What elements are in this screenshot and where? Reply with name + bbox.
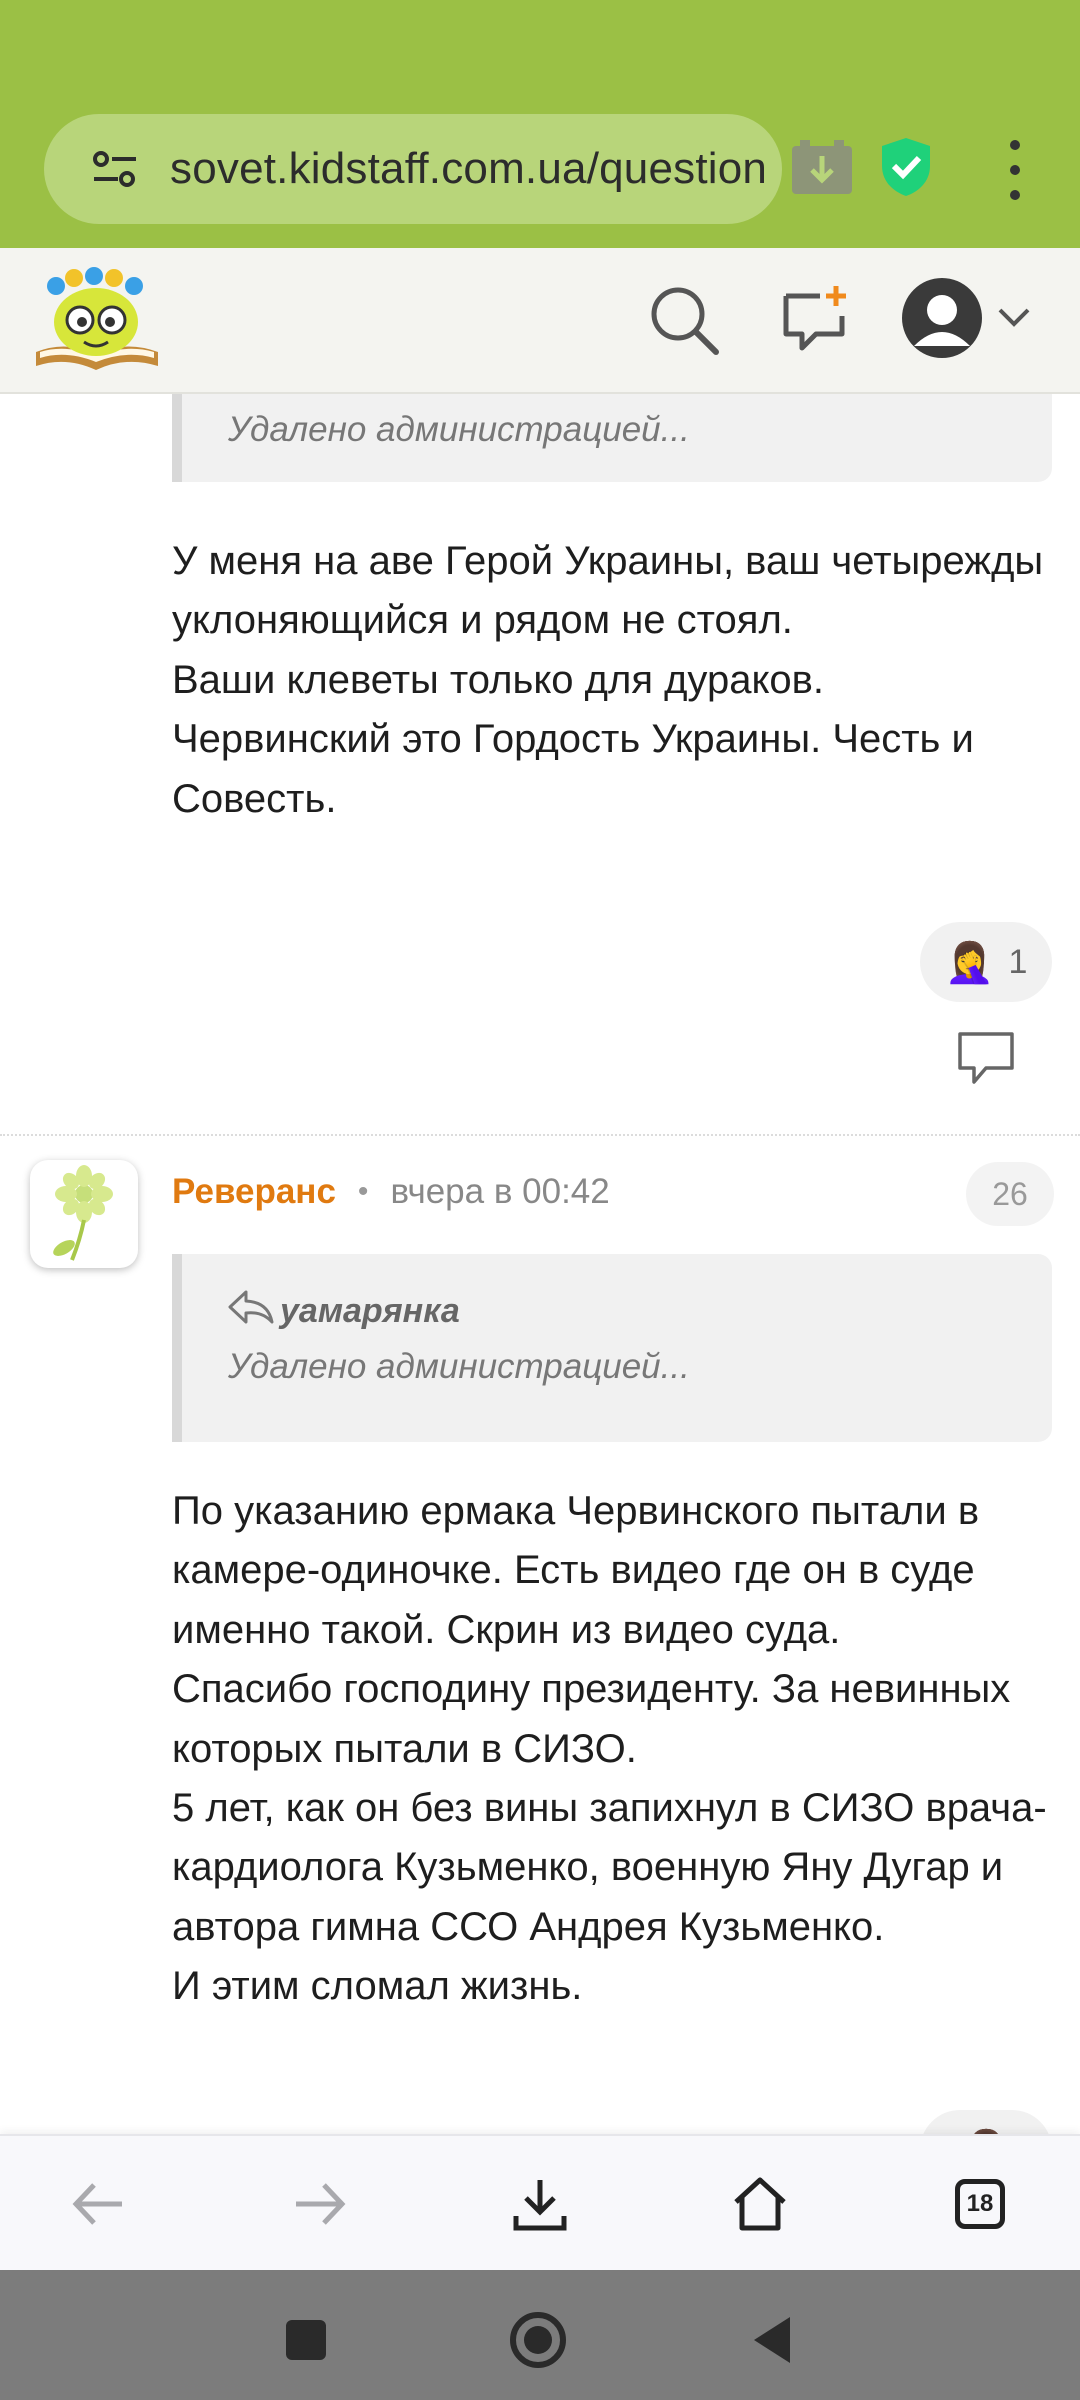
new-message-icon[interactable]: [780, 282, 852, 359]
reply-arrow-icon: [228, 1290, 274, 1333]
home-circle-icon[interactable]: [508, 2310, 568, 2370]
search-icon[interactable]: [648, 284, 720, 361]
site-header: [0, 248, 1080, 394]
meta-separator: •: [357, 1175, 369, 1208]
recents-icon[interactable]: [276, 2310, 336, 2370]
browser-bottom-toolbar: 18: [0, 2134, 1080, 2270]
url-text[interactable]: sovet.kidstaff.com.ua/question: [170, 144, 767, 194]
browser-top-bar: sovet.kidstaff.com.ua/question: [0, 0, 1080, 248]
comment-meta: Реверанс • вчера в 00:42: [172, 1170, 610, 1214]
forward-arrow-icon[interactable]: [286, 2170, 354, 2238]
chevron-down-icon[interactable]: [996, 306, 1032, 335]
post-divider: [0, 1134, 1080, 1136]
comment-time: вчера в 00:42: [390, 1172, 610, 1211]
tune-icon[interactable]: [84, 149, 146, 189]
url-bar[interactable]: sovet.kidstaff.com.ua/question: [44, 114, 782, 224]
site-logo[interactable]: [32, 266, 162, 376]
tab-count: 18: [955, 2179, 1005, 2229]
reaction-button[interactable]: 🤦‍♀️: [920, 2110, 1052, 2134]
quote-deleted-text: Удалено администрацией...: [228, 1347, 690, 1386]
quote-deleted-text: Удалено администрацией...: [228, 410, 690, 449]
more-vert-icon[interactable]: [1000, 140, 1030, 200]
comment-number-badge[interactable]: 26: [966, 1162, 1054, 1226]
quoted-reply: уамарянка Удалено администрацией...: [172, 1254, 1052, 1442]
download-badge-icon[interactable]: [790, 140, 854, 201]
avatar[interactable]: [30, 1160, 138, 1268]
reaction-count: 1: [1008, 942, 1028, 981]
post-body: У меня на аве Герой Украины, ваш четыреж…: [172, 539, 1044, 821]
back-arrow-icon[interactable]: [64, 2170, 132, 2238]
tabs-button[interactable]: 18: [946, 2170, 1014, 2238]
facepalm-emoji-icon: 🤦‍♀️: [961, 2127, 1011, 2135]
post-body: По указанию ермака Червинского пытали в …: [172, 1489, 1047, 2009]
reply-icon[interactable]: [956, 1030, 1016, 1091]
reaction-button[interactable]: 🤦‍♀️ 1: [920, 922, 1052, 1002]
comments-feed: Удалено администрацией... У меня на аве …: [0, 394, 1080, 2134]
android-nav-bar: [0, 2270, 1080, 2400]
author-name[interactable]: Реверанс: [172, 1172, 336, 1212]
back-triangle-icon[interactable]: [742, 2310, 802, 2370]
home-icon[interactable]: [726, 2170, 794, 2238]
user-avatar-icon[interactable]: [900, 276, 984, 365]
shield-check-icon[interactable]: [878, 136, 934, 203]
quote-author-line: уамарянка: [182, 1254, 1052, 1333]
quoted-reply: Удалено администрацией...: [172, 394, 1052, 482]
facepalm-emoji-icon: 🤦‍♀️: [944, 940, 995, 985]
quote-author[interactable]: уамарянка: [280, 1292, 460, 1331]
download-icon[interactable]: [506, 2170, 574, 2238]
